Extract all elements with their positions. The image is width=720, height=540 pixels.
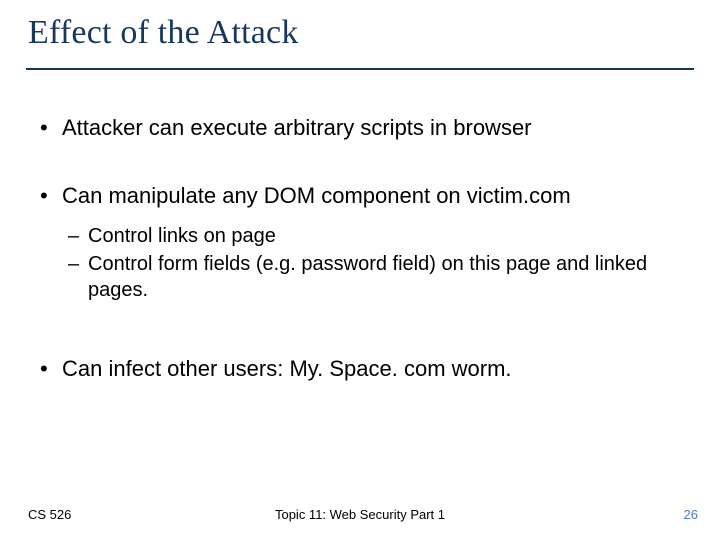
sub-bullet-text: Control form fields (e.g. password field… xyxy=(88,253,647,301)
footer-center: Topic 11: Web Security Part 1 xyxy=(0,507,720,522)
bullet-item: Attacker can execute arbitrary scripts i… xyxy=(34,114,686,142)
bullet-list: Attacker can execute arbitrary scripts i… xyxy=(34,114,686,383)
bullet-item: Can manipulate any DOM component on vict… xyxy=(34,182,686,303)
sub-bullet-list: Control links on page Control form field… xyxy=(62,224,686,303)
slide: Effect of the Attack Attacker can execut… xyxy=(0,0,720,540)
sub-bullet-item: Control links on page xyxy=(62,224,686,250)
bullet-text: Can manipulate any DOM component on vict… xyxy=(62,183,571,208)
bullet-text: Can infect other users: My. Space. com w… xyxy=(62,356,512,381)
bullet-item: Can infect other users: My. Space. com w… xyxy=(34,355,686,383)
title-underline xyxy=(26,68,694,70)
slide-content: Attacker can execute arbitrary scripts i… xyxy=(34,114,686,423)
footer-page-number: 26 xyxy=(684,507,698,522)
bullet-text: Attacker can execute arbitrary scripts i… xyxy=(62,115,532,140)
sub-bullet-item: Control form fields (e.g. password field… xyxy=(62,252,686,303)
sub-bullet-text: Control links on page xyxy=(88,225,276,247)
slide-title: Effect of the Attack xyxy=(0,0,720,52)
